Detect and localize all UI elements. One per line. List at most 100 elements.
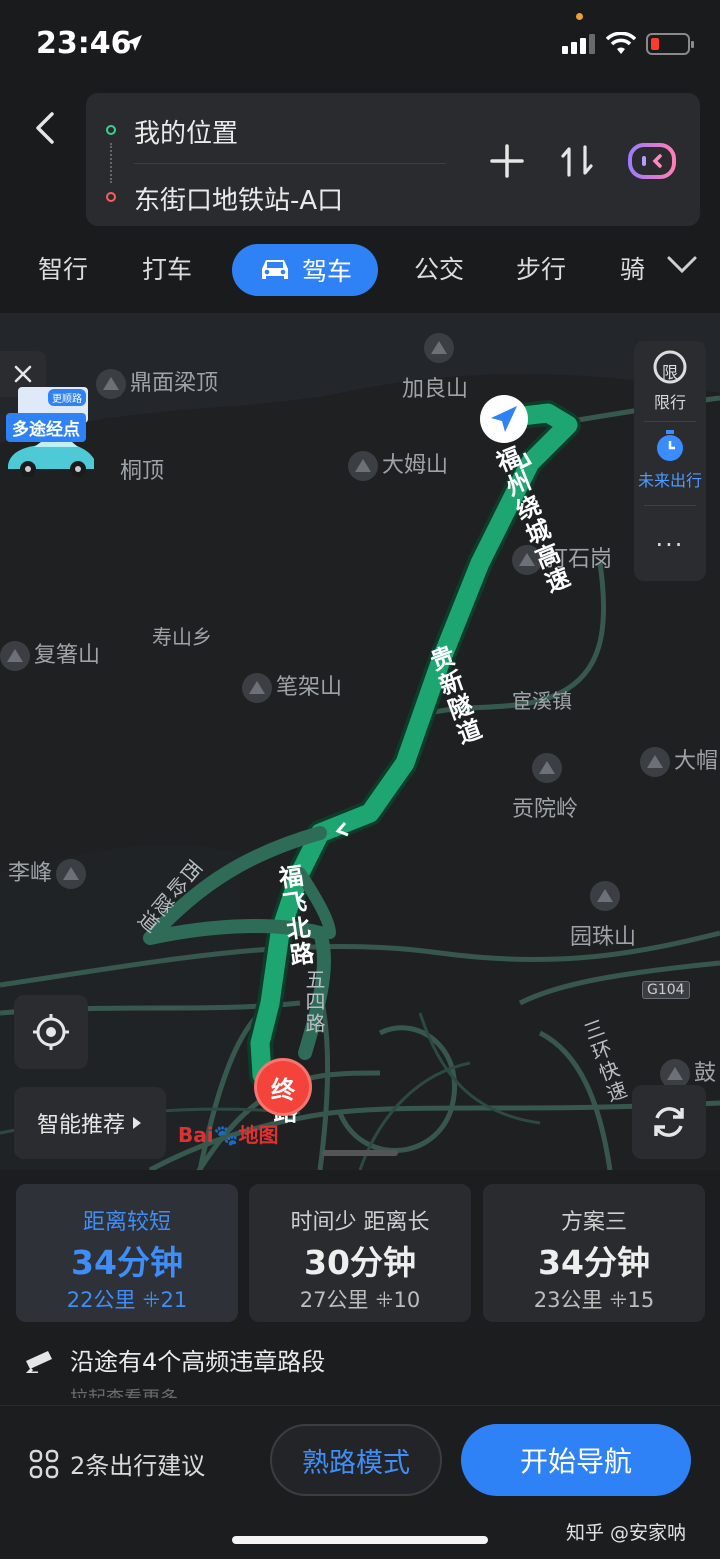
traffic-light-icon: ꔰ [375, 1288, 394, 1312]
multi-stop-label: 多途经点 [6, 413, 86, 442]
travel-advice-label: 2条出行建议 [70, 1452, 206, 1480]
mountain-icon [348, 451, 378, 481]
highway-shield: G104 [642, 981, 690, 999]
multi-stop-mini-tag: 更顺路 [48, 389, 86, 406]
chevron-down-icon[interactable] [664, 246, 700, 282]
map-place: 复箸山 [0, 637, 100, 671]
status-bar: 23:46 [0, 0, 720, 88]
map-place: 大帽 [640, 743, 718, 777]
destination-field[interactable]: 东街口地铁站-A口 [134, 180, 343, 217]
map-place: 贡院岭 [512, 753, 578, 823]
car-icon [261, 260, 288, 279]
status-time: 23:46 [36, 26, 132, 61]
traffic-light-icon: ꔰ [609, 1288, 628, 1312]
travel-advice-button[interactable]: 2条出行建议 [28, 1446, 205, 1481]
destination-marker[interactable]: 终 [254, 1058, 312, 1116]
map-place: 桐顶 [120, 459, 165, 484]
map-place: 园珠山 [570, 881, 636, 951]
mountain-icon [640, 747, 670, 777]
route-header: 我的位置 东街口地铁站-A口 智行 打车 驾车 公交 步行 骑 [0, 88, 720, 313]
locate-button[interactable] [14, 995, 88, 1069]
traffic-limit-button[interactable]: 限 限行 [634, 349, 706, 413]
stopwatch-icon [657, 430, 683, 461]
map-place: 鼓 [660, 1055, 716, 1089]
mountain-icon [56, 859, 87, 889]
tab-bus[interactable]: 公交 [414, 250, 464, 286]
multi-stop-promo[interactable]: 多途经点 更顺路 [4, 387, 98, 483]
route-input-box: 我的位置 东街口地铁站-A口 [86, 93, 700, 226]
home-indicator[interactable] [232, 1536, 488, 1544]
refresh-button[interactable] [632, 1085, 706, 1159]
caret-right-icon [133, 1117, 141, 1129]
tab-walk[interactable]: 步行 [516, 250, 566, 286]
map-place: 笔架山 [242, 669, 342, 703]
mountain-icon [96, 369, 126, 399]
route-plan-card[interactable]: 距离较短 34分钟 22公里 ꔰ21 [16, 1184, 238, 1322]
violation-warning-text: 沿途有4个高频违章路段 [70, 1348, 326, 1376]
location-arrow-icon [126, 35, 142, 51]
familiar-route-button[interactable]: 熟路模式 [270, 1424, 442, 1496]
wifi-icon [606, 32, 636, 54]
map-place: 鼎面梁顶 [96, 365, 218, 399]
more-options-button[interactable]: ··· [634, 531, 706, 559]
smart-recommend-button[interactable]: 智能推荐 [14, 1087, 166, 1159]
map-place: 李峰 [8, 855, 90, 889]
plan-meta: 27公里 ꔰ10 [299, 1288, 421, 1312]
route-plans-sheet: 距离较短 34分钟 22公里 ꔰ21 时间少 距离长 30分钟 27公里 ꔰ10… [0, 1170, 720, 1559]
plan-title: 方案三 [560, 1210, 627, 1235]
sheet-drag-handle[interactable] [322, 1150, 398, 1156]
future-trip-button[interactable]: 未来出行 [634, 429, 706, 491]
destination-dot-icon [106, 192, 116, 202]
battery-icon [646, 33, 694, 55]
map-place: 加良山 [402, 333, 468, 403]
traffic-limit-label: 限行 [653, 393, 686, 412]
tab-taxi[interactable]: 打车 [142, 250, 192, 286]
origin-field[interactable]: 我的位置 [134, 113, 238, 150]
start-navigation-button[interactable]: 开始导航 [461, 1424, 691, 1496]
plan-title: 距离较短 [82, 1210, 171, 1235]
mountain-icon [532, 753, 562, 783]
refresh-icon [654, 1107, 684, 1137]
violation-warning[interactable]: 沿途有4个高频违章路段 [24, 1342, 325, 1377]
map-side-panel: 限 限行 未来出行 ··· [634, 341, 706, 581]
watermark: 知乎 @安家呐 [566, 1522, 687, 1544]
road-label: 五四路 [302, 969, 326, 1035]
map-view[interactable]: 鼎面梁顶 加良山 桐顶 大姆山 打石岗 寿山乡 复箸山 笔架山 宦溪镇 大帽 贡… [0, 313, 720, 1170]
assistant-button[interactable] [626, 135, 678, 187]
traffic-limit-icon-text: 限 [661, 363, 678, 382]
mountain-icon [590, 881, 620, 911]
travel-mode-tabs: 智行 打车 驾车 公交 步行 骑 [0, 238, 720, 304]
route-plan-card[interactable]: 时间少 距离长 30分钟 27公里 ꔰ10 [249, 1184, 471, 1322]
plan-meta: 22公里 ꔰ21 [66, 1288, 188, 1312]
map-place: 大姆山 [348, 447, 448, 481]
add-waypoint-button[interactable] [481, 135, 533, 187]
back-icon[interactable] [26, 108, 66, 148]
tab-drive[interactable]: 驾车 [232, 244, 378, 296]
paw-icon: 🐾 [213, 1123, 239, 1147]
baidu-map-logo: Bai🐾地图 [178, 1123, 279, 1147]
tab-bike[interactable]: 骑 [620, 250, 645, 286]
plan-time: 34分钟 [538, 1243, 650, 1282]
plan-meta: 23公里 ꔰ15 [533, 1288, 655, 1312]
origin-dot-icon [106, 125, 116, 135]
route-connector [110, 143, 112, 183]
violation-warning-sub: 拉起查看更多 [70, 1384, 178, 1398]
plan-title: 时间少 距离长 [290, 1210, 430, 1235]
grid-icon [29, 1449, 59, 1478]
mountain-icon [0, 641, 30, 671]
assistant-icon [628, 143, 676, 179]
tab-drive-label: 驾车 [301, 257, 352, 286]
mountain-icon [242, 673, 272, 703]
tab-smart[interactable]: 智行 [38, 250, 88, 286]
map-place: 宦溪镇 [512, 689, 572, 713]
route-plan-card[interactable]: 方案三 34分钟 23公里 ꔰ15 [483, 1184, 705, 1322]
cellular-signal-icon [562, 34, 595, 54]
camera-icon [25, 1350, 52, 1373]
divider [644, 421, 696, 422]
current-location-marker [480, 395, 528, 443]
navigation-arrow-icon [491, 406, 517, 432]
swap-route-button[interactable] [551, 135, 603, 187]
close-icon [14, 365, 32, 383]
traffic-light-icon: ꔰ [142, 1288, 161, 1312]
smart-recommend-label: 智能推荐 [36, 1113, 125, 1138]
